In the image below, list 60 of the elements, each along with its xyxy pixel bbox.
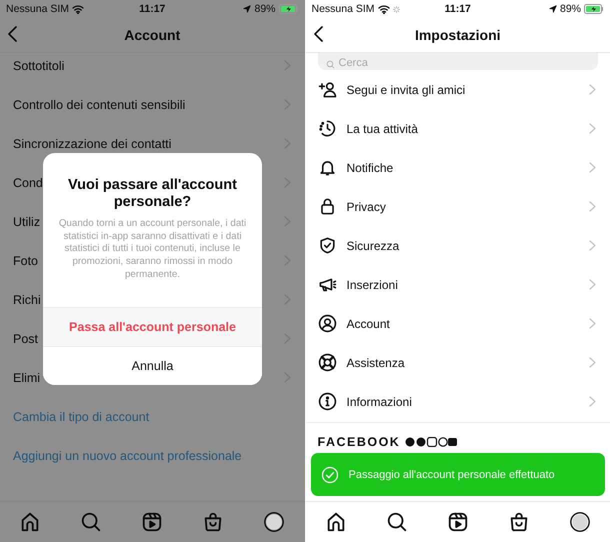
battery-percent: 89%: [560, 3, 581, 15]
carrier-label: Nessuna SIM: [312, 3, 375, 15]
battery-icon: [584, 4, 604, 14]
battery-icon: [278, 4, 298, 14]
cancel-button[interactable]: Annulla: [43, 346, 262, 386]
bell-icon: [318, 158, 336, 177]
chevron-icon: [589, 279, 596, 290]
dialog-title: Vuoi passare all'account personale?: [67, 176, 238, 212]
profile-avatar-icon[interactable]: [263, 511, 285, 533]
battery-percent: 89%: [254, 3, 276, 15]
settings-item[interactable]: La tua attività: [346, 122, 579, 136]
info-icon: [318, 392, 336, 411]
video-play-icon[interactable]: [141, 511, 164, 533]
screen-title: Impostazioni: [414, 27, 502, 43]
chevron-icon: [589, 396, 596, 407]
spinner-icon: [392, 6, 400, 12]
video-play-icon[interactable]: [446, 511, 469, 533]
settings-item[interactable]: Segui e invita gli amici: [346, 82, 579, 96]
menu-item-label[interactable]: Sottotitoli: [13, 58, 284, 72]
clock-icon: [318, 119, 336, 138]
chevron-icon: [589, 201, 596, 212]
screen-title: Account: [123, 27, 182, 43]
location-arrow-icon: [548, 5, 557, 13]
search-icon: [326, 60, 334, 69]
chevron-icon: [589, 240, 596, 251]
toast-message: Passaggio all'account personale effettuato: [348, 468, 555, 480]
clock-time: 11:17: [444, 3, 471, 15]
dialog-message: Quando torni a un account personale, i dati statistici in-app saranno disattivati e i dati statistici di tutti i tuoi contenuti, incluse le promozioni, saranno rimossi in modo permanente.: [58, 218, 248, 282]
chevron-icon: [589, 318, 596, 329]
settings-item[interactable]: Privacy: [346, 200, 579, 214]
chevron-icon: [589, 357, 596, 368]
location-arrow-icon: [243, 5, 252, 13]
wifi-icon: [378, 4, 390, 14]
settings-item[interactable]: Notifiche: [346, 160, 579, 174]
settings-item[interactable]: Sicurezza: [346, 238, 579, 252]
carrier-label: Nessuna SIM: [6, 3, 70, 15]
person-circle-icon: [318, 314, 336, 333]
lifebuoy-icon: [318, 353, 336, 372]
check-circle-icon: [320, 466, 338, 484]
chevron-icon: [589, 84, 596, 95]
profile-avatar-icon[interactable]: [568, 511, 590, 533]
app-logos-icon: [405, 437, 458, 447]
search-icon[interactable]: [386, 511, 408, 533]
back-chevron-icon[interactable]: [314, 26, 322, 42]
settings-item[interactable]: Account: [346, 316, 579, 330]
chevron-icon: [589, 162, 596, 173]
settings-item[interactable]: Informazioni: [346, 394, 579, 408]
chevron-icon: [589, 123, 596, 134]
settings-item[interactable]: Inserzioni: [346, 278, 579, 292]
section-title: FACEBOOK: [318, 435, 400, 449]
back-chevron-icon[interactable]: [8, 26, 17, 42]
menu-item-label[interactable]: Controllo dei contenuti sensibili: [13, 98, 284, 112]
add-person-icon: [318, 80, 336, 99]
search-icon[interactable]: [80, 511, 102, 533]
clock-time: 11:17: [139, 3, 166, 15]
menu-item-label[interactable]: Sincronizzazione dei contatti: [13, 136, 284, 150]
shield-check-icon: [318, 236, 336, 255]
wifi-icon: [72, 4, 84, 14]
settings-item[interactable]: Assistenza: [346, 356, 579, 370]
home-icon[interactable]: [19, 511, 42, 533]
